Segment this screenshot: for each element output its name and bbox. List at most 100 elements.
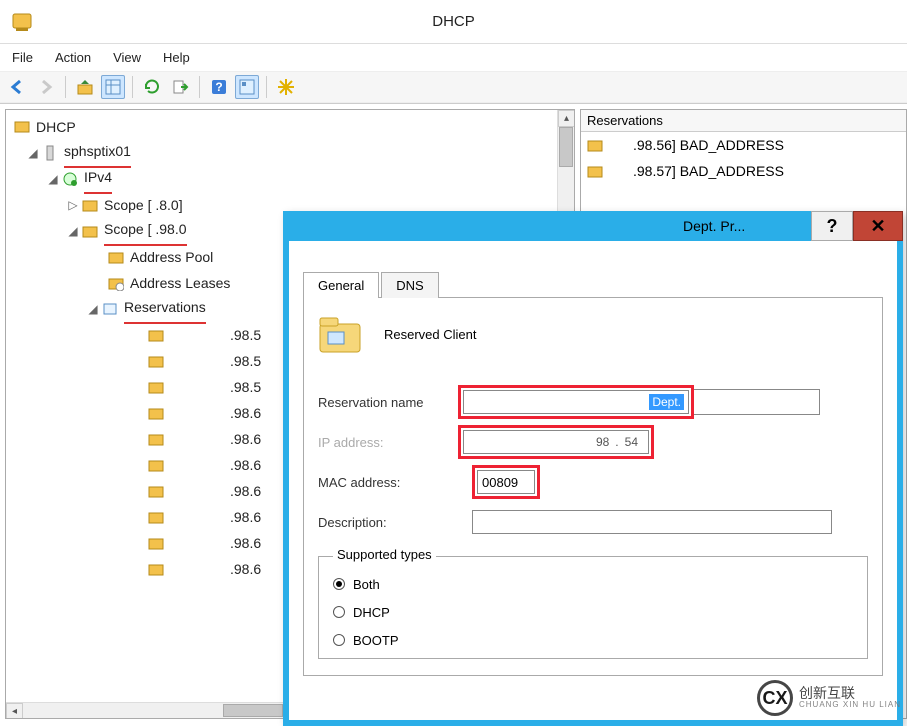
folder-icon [587, 137, 603, 153]
tree-address-pool-label: Address Pool [130, 244, 213, 270]
ip-octet-4[interactable]: 54 [625, 435, 638, 449]
scroll-left-icon[interactable]: ◂ [6, 703, 23, 719]
folder-icon [146, 481, 166, 501]
folder-icon [80, 221, 100, 241]
tree-item-label: .98.6 [230, 504, 261, 530]
tree-item-label: .98.5 [230, 322, 261, 348]
tree-reservations-label: Reservations [124, 294, 206, 324]
toolbar-separator [266, 76, 267, 98]
list-item[interactable]: .98.57] BAD_ADDRESS [581, 158, 906, 184]
reservation-name-selected-text[interactable]: Dept. [649, 394, 684, 410]
folder-icon [80, 195, 100, 215]
ip-octet-3[interactable]: 98 [596, 435, 609, 449]
scroll-up-icon[interactable]: ▴ [558, 110, 575, 127]
tab-dns[interactable]: DNS [381, 272, 438, 298]
dialog-title: Dept. Pr... [283, 211, 811, 241]
tree-item-label: .98.5 [230, 348, 261, 374]
dhcp-app-icon [10, 10, 34, 34]
toolbar-separator [132, 76, 133, 98]
highlight-ip-address: 98 . 54 [458, 425, 654, 459]
tree-scope2-label: Scope [ .98.0 [104, 216, 187, 246]
expander-icon[interactable]: ◢ [26, 140, 40, 166]
radio-dhcp[interactable]: DHCP [333, 598, 853, 626]
menu-help[interactable]: Help [163, 50, 190, 65]
details-view-button[interactable] [101, 75, 125, 99]
help-button[interactable]: ? [811, 211, 853, 241]
dialog-title-bar[interactable]: Dept. Pr... ? ✕ [283, 211, 903, 241]
toolbar-separator [199, 76, 200, 98]
refresh-button[interactable] [140, 75, 164, 99]
fieldset-supported-types: Supported types Both DHCP BOOTP [318, 556, 868, 659]
expander-icon[interactable]: ◢ [66, 218, 80, 244]
export-button[interactable] [168, 75, 192, 99]
menu-file[interactable]: File [12, 50, 33, 65]
radio-dhcp-label: DHCP [353, 605, 390, 620]
folder-icon [587, 163, 603, 179]
tab-general[interactable]: General [303, 272, 379, 298]
dialog-tabs: General DNS [303, 271, 883, 298]
right-list[interactable]: .98.56] BAD_ADDRESS .98.57] BAD_ADDRESS [581, 132, 906, 184]
tree-root-label: DHCP [36, 114, 76, 140]
expander-icon[interactable]: ◢ [86, 296, 100, 322]
watermark-sub: CHUANG XIN HU LIAN [799, 701, 901, 710]
properties-button[interactable] [235, 75, 259, 99]
label-ip-address: IP address: [318, 435, 458, 450]
tree-item-label: .98.6 [230, 452, 261, 478]
tree-server[interactable]: ◢ sphsptix01 [12, 140, 568, 166]
tab-general-content: Reserved Client Reservation name Dept. I… [303, 298, 883, 676]
tree-item-label: .98.6 [230, 530, 261, 556]
list-item-label: .98.56] BAD_ADDRESS [633, 137, 784, 153]
folder-icon [146, 351, 166, 371]
expander-icon[interactable]: ▷ [66, 192, 80, 218]
server-icon [40, 143, 60, 163]
tree-scope1-label: Scope [ .8.0] [104, 192, 183, 218]
highlight-mac-address [472, 465, 540, 499]
folder-icon [146, 507, 166, 527]
highlight-reservation-name: Dept. [458, 385, 694, 419]
scroll-thumb[interactable] [223, 704, 283, 717]
window-title: DHCP [432, 13, 475, 30]
folder-icon [146, 455, 166, 475]
tree-address-leases-label: Address Leases [130, 270, 230, 296]
expander-icon[interactable]: ◢ [46, 166, 60, 192]
menu-action[interactable]: Action [55, 50, 91, 65]
list-item-label: .98.57] BAD_ADDRESS [633, 163, 784, 179]
tree-ipv4[interactable]: ◢ IPv4 [12, 166, 568, 192]
scroll-thumb[interactable] [559, 127, 573, 167]
tree-root[interactable]: DHCP [12, 114, 568, 140]
label-mac-address: MAC address: [318, 475, 458, 490]
folder-icon [146, 429, 166, 449]
menu-view[interactable]: View [113, 50, 141, 65]
row-reservation-name: Reservation name Dept. [318, 382, 868, 422]
folder-icon [106, 247, 126, 267]
right-pane-header: Reservations [581, 110, 906, 132]
folder-icon [146, 325, 166, 345]
mac-address-input[interactable] [477, 470, 535, 494]
label-description: Description: [318, 515, 458, 530]
menu-bar: File Action View Help [0, 44, 907, 71]
reservations-icon [100, 299, 120, 319]
tree-item-label: .98.6 [230, 426, 261, 452]
description-input[interactable] [472, 510, 832, 534]
label-reservation-name: Reservation name [318, 395, 458, 410]
tree-item-label: .98.6 [230, 556, 261, 582]
help-button[interactable]: ? [207, 75, 231, 99]
dialog-body: General DNS Reserved Client Reservation … [289, 241, 897, 686]
radio-both[interactable]: Both [333, 570, 853, 598]
new-button[interactable] [274, 75, 298, 99]
properties-dialog: Dept. Pr... ? ✕ General DNS Reserved Cli… [283, 211, 903, 726]
radio-bootp[interactable]: BOOTP [333, 626, 853, 654]
watermark-brand: 创新互联 [799, 686, 901, 701]
watermark-logo-icon: CX [757, 680, 793, 716]
close-button[interactable]: ✕ [853, 211, 903, 241]
up-button[interactable] [73, 75, 97, 99]
reserved-client-icon [318, 314, 362, 354]
tree-item-label: .98.5 [230, 374, 261, 400]
forward-button[interactable] [34, 75, 58, 99]
radio-both-label: Both [353, 577, 380, 592]
tree-ipv4-label: IPv4 [84, 164, 112, 194]
radio-icon [333, 606, 345, 618]
toolbar-separator [65, 76, 66, 98]
list-item[interactable]: .98.56] BAD_ADDRESS [581, 132, 906, 158]
back-button[interactable] [6, 75, 30, 99]
